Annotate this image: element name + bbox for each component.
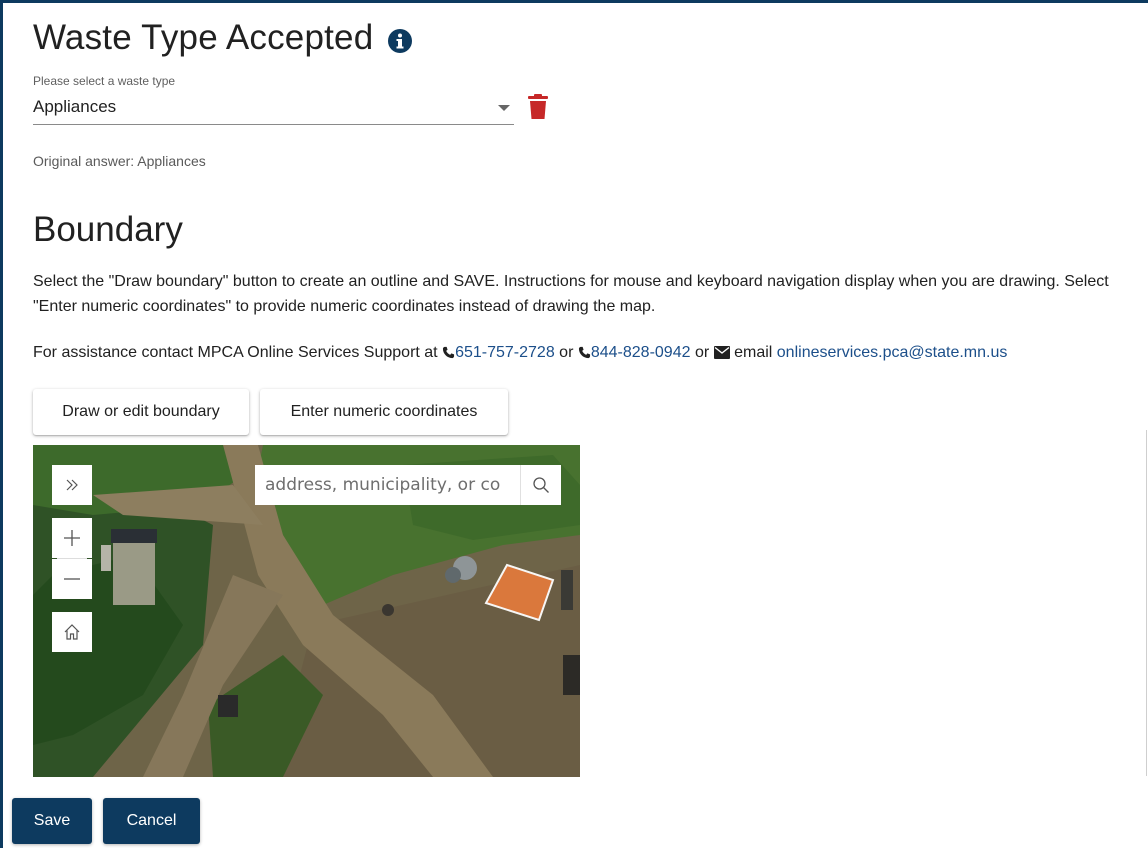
save-button[interactable]: Save (12, 798, 92, 844)
phone-icon (443, 346, 455, 359)
phone-icon (578, 346, 590, 359)
boundary-instructions: Select the "Draw boundary" button to cre… (33, 273, 1109, 315)
trash-icon[interactable] (528, 94, 548, 120)
map-search-box (255, 465, 561, 505)
boundary-title: Boundary (33, 210, 183, 249)
original-answer: Original answer: Appliances (33, 153, 206, 169)
zoom-out-icon[interactable] (52, 559, 92, 599)
map-search-input[interactable] (255, 466, 520, 504)
enter-coordinates-button[interactable]: Enter numeric coordinates (260, 389, 508, 435)
assistance-text: For assistance contact MPCA Online Servi… (33, 344, 1007, 362)
assistance-prefix: For assistance contact MPCA Online Servi… (33, 344, 438, 361)
cancel-button[interactable]: Cancel (103, 798, 200, 844)
or-text-2: or (694, 344, 710, 361)
map-view[interactable] (33, 445, 580, 777)
email-link[interactable]: onlineservices.pca@state.mn.us (777, 344, 1008, 361)
waste-type-select[interactable]: Appliances (33, 90, 514, 125)
or-text-1: or (559, 344, 574, 361)
email-label: email (734, 344, 773, 361)
zoom-divider (57, 558, 87, 559)
search-icon[interactable] (520, 465, 560, 505)
phone-link-2[interactable]: 844-828-0942 (591, 344, 691, 361)
waste-type-selected-value: Appliances (33, 97, 117, 116)
zoom-in-icon[interactable] (52, 518, 92, 558)
envelope-icon (713, 346, 730, 359)
draw-boundary-button[interactable]: Draw or edit boundary (33, 389, 249, 435)
expand-icon[interactable] (52, 465, 92, 505)
waste-type-select-label: Please select a waste type (33, 74, 176, 88)
waste-type-title: Waste Type Accepted (33, 18, 374, 57)
home-icon[interactable] (52, 612, 92, 652)
chevron-down-icon (498, 105, 510, 111)
info-icon[interactable] (387, 28, 413, 54)
divider (1146, 430, 1147, 776)
phone-link-1[interactable]: 651-757-2728 (455, 344, 555, 361)
